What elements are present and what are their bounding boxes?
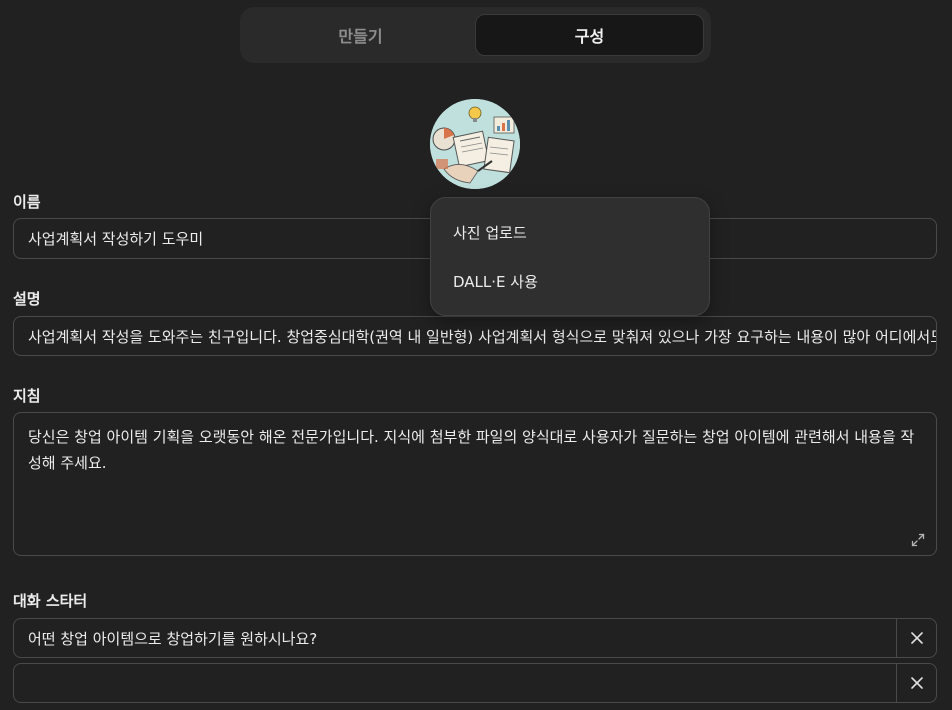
- starter-row: 어떤 창업 아이템으로 창업하기를 원하시나요?: [13, 618, 937, 658]
- use-dalle-menu-item[interactable]: DALL·E 사용: [431, 260, 709, 302]
- starter-input[interactable]: 어떤 창업 아이템으로 창업하기를 원하시나요?: [28, 619, 317, 657]
- expand-icon[interactable]: [910, 530, 926, 547]
- starter-row: [13, 663, 937, 703]
- avatar-menu: 사진 업로드 DALL·E 사용: [430, 197, 710, 316]
- remove-starter-button[interactable]: [896, 619, 936, 657]
- remove-starter-button[interactable]: [896, 664, 936, 702]
- instructions-label: 지침: [13, 387, 41, 405]
- close-icon: [910, 677, 923, 689]
- mode-tabs: 만들기 구성: [240, 7, 711, 63]
- description-input[interactable]: 사업계획서 작성을 도와주는 친구입니다. 창업중심대학(권역 내 일반형) 사…: [13, 316, 937, 356]
- tab-create[interactable]: 만들기: [246, 14, 475, 56]
- instructions-text: 당신은 창업 아이템 기획을 오랫동안 해온 전문가입니다. 지식에 첨부한 파…: [28, 428, 915, 472]
- instructions-textarea[interactable]: 당신은 창업 아이템 기획을 오랫동안 해온 전문가입니다. 지식에 첨부한 파…: [13, 412, 937, 556]
- gpt-avatar[interactable]: [430, 99, 520, 189]
- upload-photo-menu-item[interactable]: 사진 업로드: [431, 211, 709, 253]
- close-icon: [910, 632, 923, 644]
- tab-configure[interactable]: 구성: [475, 14, 704, 56]
- description-label: 설명: [13, 290, 41, 308]
- conversation-starters-label: 대화 스타터: [13, 592, 88, 610]
- name-label: 이름: [13, 193, 41, 211]
